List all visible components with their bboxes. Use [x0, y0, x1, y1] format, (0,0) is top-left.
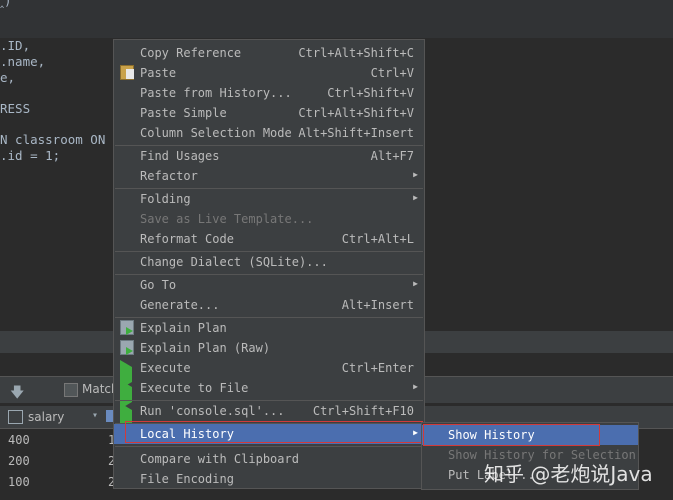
menu-item-reformat-code[interactable]: Reformat Code Ctrl+Alt+L	[114, 229, 424, 249]
table-cell: 200	[8, 454, 30, 468]
menu-item-shortcut: Alt+Shift+Insert	[298, 126, 414, 140]
menu-item-copy-reference[interactable]: Copy Reference Ctrl+Alt+Shift+C	[114, 43, 424, 63]
menu-item-refactor[interactable]: Refactor ▶	[114, 166, 424, 186]
menu-item-paste[interactable]: Paste Ctrl+V	[114, 63, 424, 83]
menu-item-label: Paste from History...	[140, 86, 292, 100]
menu-item-shortcut: Alt+Insert	[341, 298, 414, 312]
code-line: .name,	[0, 54, 46, 69]
menu-item-label: Execute to File	[140, 381, 249, 395]
menu-item-label: Save as Live Template...	[140, 212, 314, 226]
menu-item-label: Go To	[140, 278, 177, 292]
submenu-arrow-icon: ▶	[413, 279, 418, 288]
highlight-box	[423, 424, 600, 446]
menu-item-label: Paste	[140, 66, 177, 80]
menu-item-label: Run 'console.sql'...	[140, 404, 285, 418]
menu-item-generate[interactable]: Generate... Alt+Insert	[114, 295, 424, 315]
menu-item-label: Folding	[140, 192, 191, 206]
menu-item-paste-from-history[interactable]: Paste from History... Ctrl+Shift+V	[114, 83, 424, 103]
table-cell: 400	[8, 433, 30, 447]
menu-item-column-selection-mode[interactable]: Column Selection Mode Alt+Shift+Insert	[114, 123, 424, 143]
menu-item-shortcut: Ctrl+Alt+L	[341, 232, 414, 246]
submenu-arrow-icon: ▶	[413, 170, 418, 179]
menu-item-label: File Encoding	[140, 472, 234, 486]
menu-item-label: Explain Plan	[140, 321, 227, 335]
submenu-arrow-icon: ▶	[413, 193, 418, 202]
download-arrow-icon[interactable]: 🡇	[10, 382, 24, 406]
menu-item-paste-simple[interactable]: Paste Simple Ctrl+Alt+Shift+V	[114, 103, 424, 123]
menu-item-execute-to-file[interactable]: Execute to File ▶	[114, 378, 424, 409]
code-line: .id = 1;	[0, 148, 61, 163]
sort-icon[interactable]: ▾	[92, 410, 98, 421]
menu-item-shortcut: Ctrl+Alt+Shift+C	[298, 46, 414, 60]
menu-item-shortcut: Ctrl+Enter	[341, 361, 414, 375]
menu-item-label: Execute	[140, 361, 191, 375]
explain-plan-icon	[120, 340, 134, 355]
match-checkbox[interactable]	[64, 383, 78, 397]
watermark: 知乎 @老炮说Java	[484, 462, 653, 486]
menu-item-explain-plan[interactable]: Explain Plan	[114, 318, 424, 338]
menu-item-save-as-live-template: Save as Live Template...	[114, 209, 424, 229]
code-fragment: ‸)	[0, 0, 12, 8]
menu-item-shortcut: Ctrl+Shift+V	[327, 86, 414, 100]
code-line: e,	[0, 70, 16, 85]
code-line: RESS	[0, 101, 31, 116]
table-cell: 100	[8, 475, 30, 489]
menu-item-find-usages[interactable]: Find Usages Alt+F7	[114, 146, 424, 166]
menu-item-run-console[interactable]: Run 'console.sql'... Ctrl+Shift+F10	[114, 401, 424, 432]
menu-item-file-encoding[interactable]: File Encoding	[114, 469, 424, 489]
menu-item-label: Paste Simple	[140, 106, 227, 120]
menu-item-shortcut: Ctrl+V	[370, 66, 414, 80]
submenu-arrow-icon: ▶	[413, 382, 418, 391]
menu-item-label: Refactor	[140, 169, 198, 183]
menu-item-folding[interactable]: Folding ▶	[114, 189, 424, 209]
explain-plan-icon	[120, 320, 134, 335]
menu-item-explain-plan-raw[interactable]: Explain Plan (Raw)	[114, 338, 424, 358]
paste-icon	[120, 65, 134, 80]
menu-item-label: Find Usages	[140, 149, 220, 163]
menu-item-compare-with-clipboard[interactable]: Compare with Clipboard	[114, 449, 424, 469]
menu-item-label: Copy Reference	[140, 46, 242, 60]
code-line: .ID,	[0, 38, 31, 53]
menu-item-label: Reformat Code	[140, 232, 234, 246]
menu-item-change-dialect[interactable]: Change Dialect (SQLite)...	[114, 252, 424, 272]
menu-item-shortcut: Ctrl+Shift+F10	[312, 404, 414, 418]
menu-item-shortcut: Ctrl+Alt+Shift+V	[298, 106, 414, 120]
menu-separator	[115, 446, 423, 447]
menu-item-shortcut: Alt+F7	[370, 149, 414, 163]
column-header-salary[interactable]: salary	[28, 410, 64, 424]
editor-top-strip: ‸)	[0, 0, 673, 38]
table-icon	[8, 410, 23, 424]
menu-item-label: Compare with Clipboard	[140, 452, 299, 466]
menu-item-label: Explain Plan (Raw)	[140, 341, 271, 355]
code-line: N classroom ON	[0, 132, 106, 147]
menu-item-label: Column Selection Mode	[140, 126, 292, 140]
menu-item-execute[interactable]: Execute Ctrl+Enter	[114, 358, 424, 389]
editor-context-menu: Copy Reference Ctrl+Alt+Shift+C Paste Ct…	[113, 39, 425, 489]
menu-item-label: Change Dialect (SQLite)...	[140, 255, 328, 269]
highlight-box	[125, 421, 423, 443]
menu-item-label: Generate...	[140, 298, 220, 312]
menu-item-go-to[interactable]: Go To ▶	[114, 275, 424, 295]
